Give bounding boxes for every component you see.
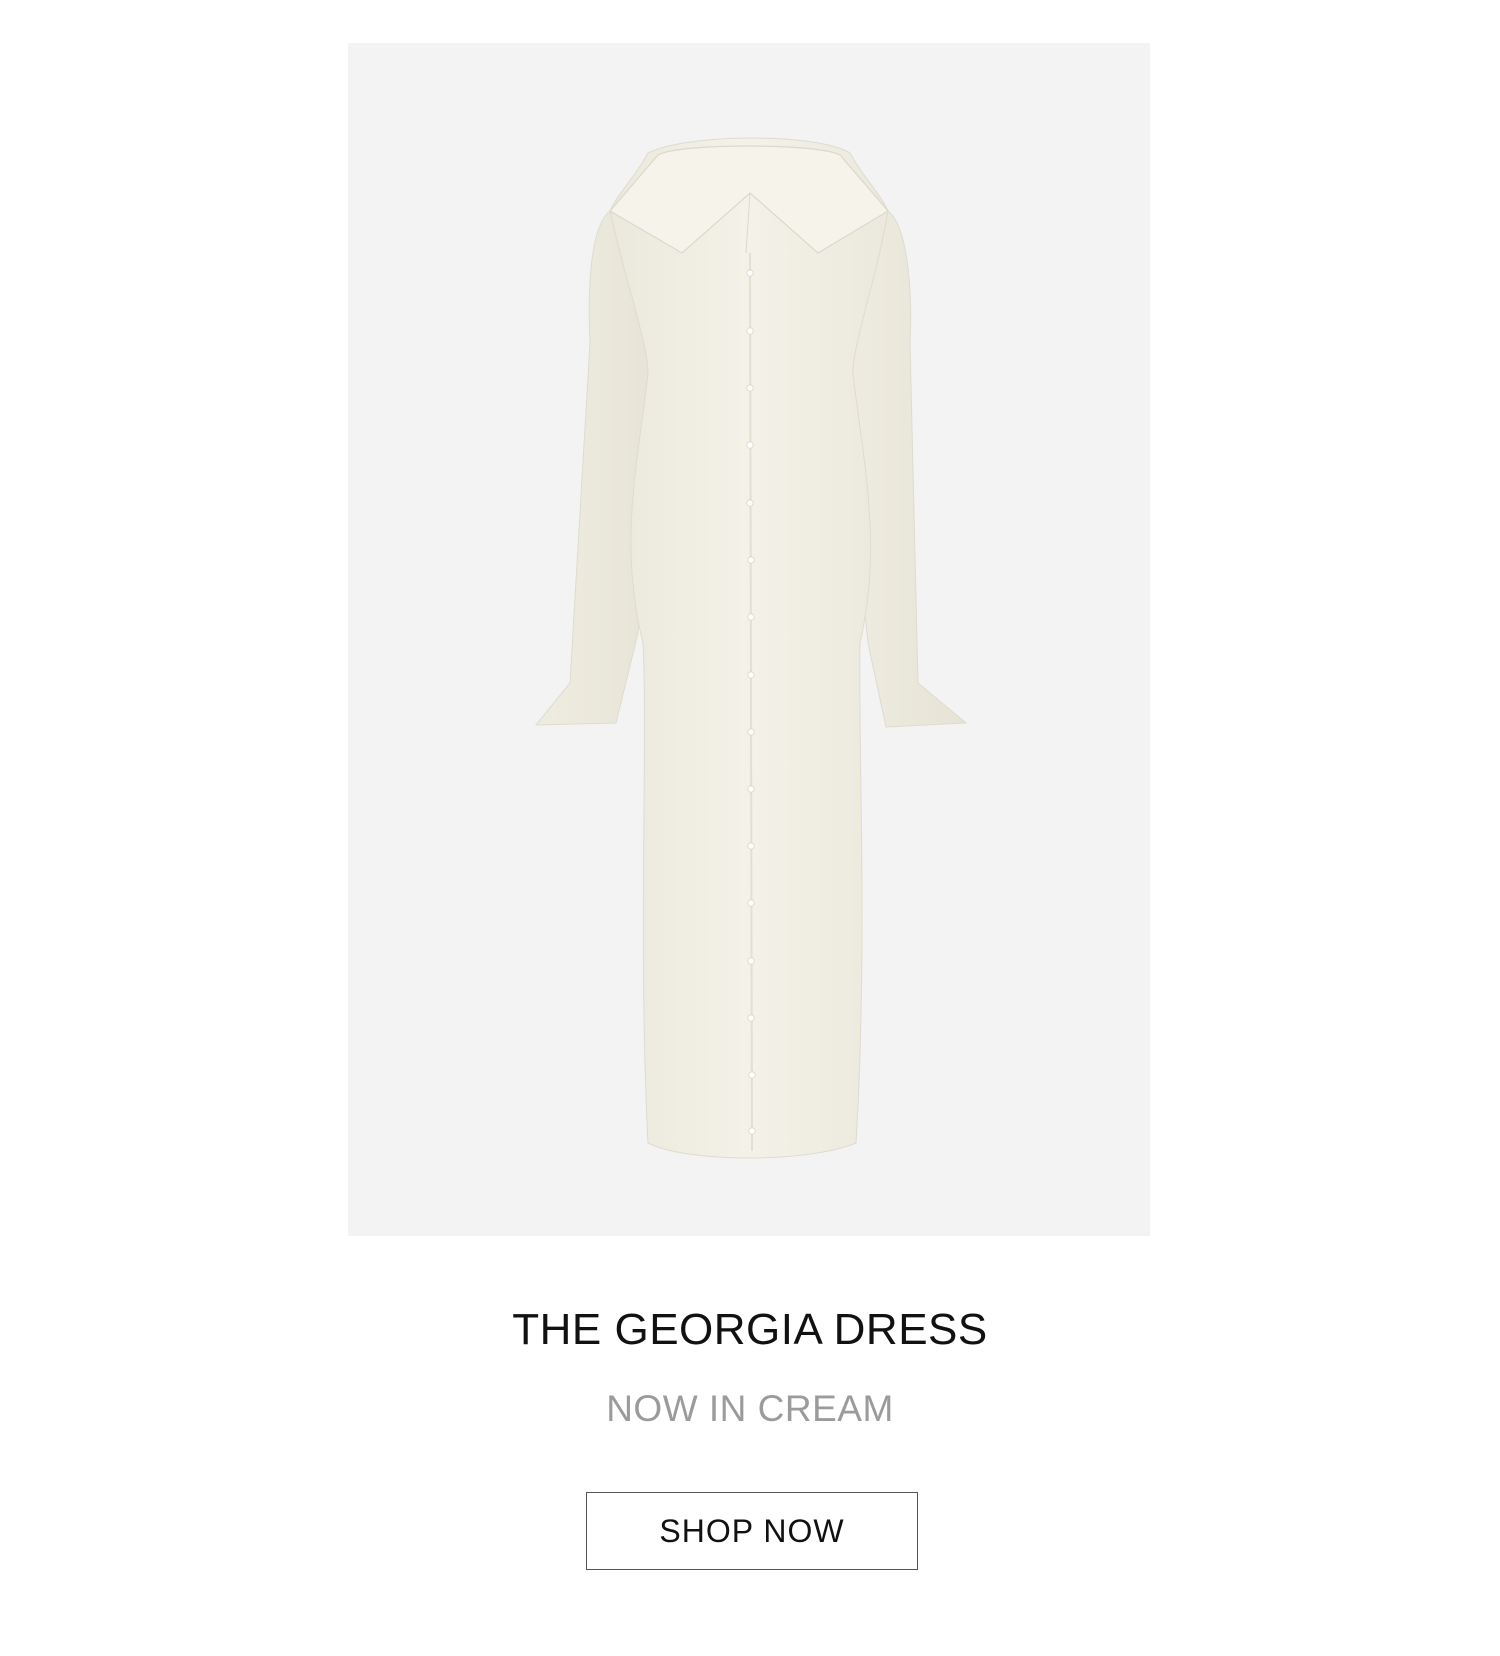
product-title: THE GEORGIA DRESS xyxy=(512,1305,988,1354)
dress-illustration xyxy=(534,137,968,1159)
product-subtitle: NOW IN CREAM xyxy=(606,1388,894,1429)
shop-now-button[interactable]: SHOP NOW xyxy=(586,1492,918,1570)
product-image[interactable] xyxy=(348,43,1150,1236)
